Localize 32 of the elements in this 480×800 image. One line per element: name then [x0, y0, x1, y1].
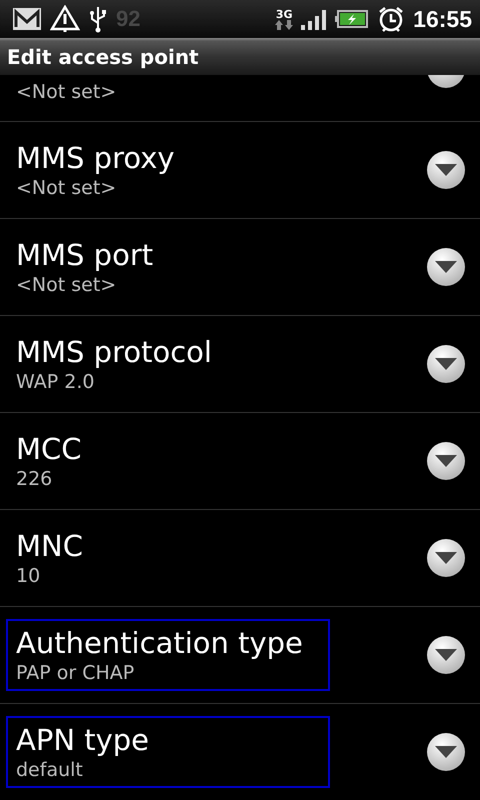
setting-value: <Not set> — [16, 81, 118, 104]
clock-time: 16:55 — [413, 6, 472, 32]
screen-title: Edit access point — [7, 44, 199, 68]
setting-value: <Not set> — [16, 274, 118, 297]
alarm-icon — [377, 5, 406, 33]
dropdown-button[interactable] — [426, 732, 466, 772]
setting-value: <Not set> — [16, 176, 118, 200]
dropdown-button[interactable] — [426, 344, 466, 384]
setting-value: 226 — [16, 468, 54, 491]
dropdown-button[interactable] — [426, 441, 466, 481]
mail-icon — [12, 7, 42, 31]
battery-icon — [335, 9, 370, 29]
setting-title: MNC — [16, 528, 84, 565]
setting-title: MMS port — [16, 237, 154, 274]
dropdown-button[interactable] — [426, 247, 466, 287]
data-arrows-icon — [275, 20, 294, 30]
setting-title: MMS proxy — [16, 140, 176, 177]
setting-value: default — [16, 758, 84, 782]
warning-icon — [50, 5, 80, 33]
setting-value: 10 — [16, 564, 42, 588]
dropdown-button[interactable] — [426, 538, 466, 578]
network-type: 3G — [276, 8, 293, 20]
setting-title: APN type — [16, 722, 150, 759]
dropdown-button[interactable] — [426, 150, 466, 190]
setting-title: MMS protocol — [16, 334, 213, 371]
setting-title: Authentication type — [16, 625, 304, 662]
setting-title: MCC — [16, 431, 83, 468]
signal-icon — [301, 8, 328, 30]
usb-icon — [88, 5, 108, 33]
dropdown-button[interactable] — [426, 635, 466, 675]
setting-value: PAP or CHAP — [16, 662, 136, 685]
setting-value: WAP 2.0 — [16, 370, 96, 394]
